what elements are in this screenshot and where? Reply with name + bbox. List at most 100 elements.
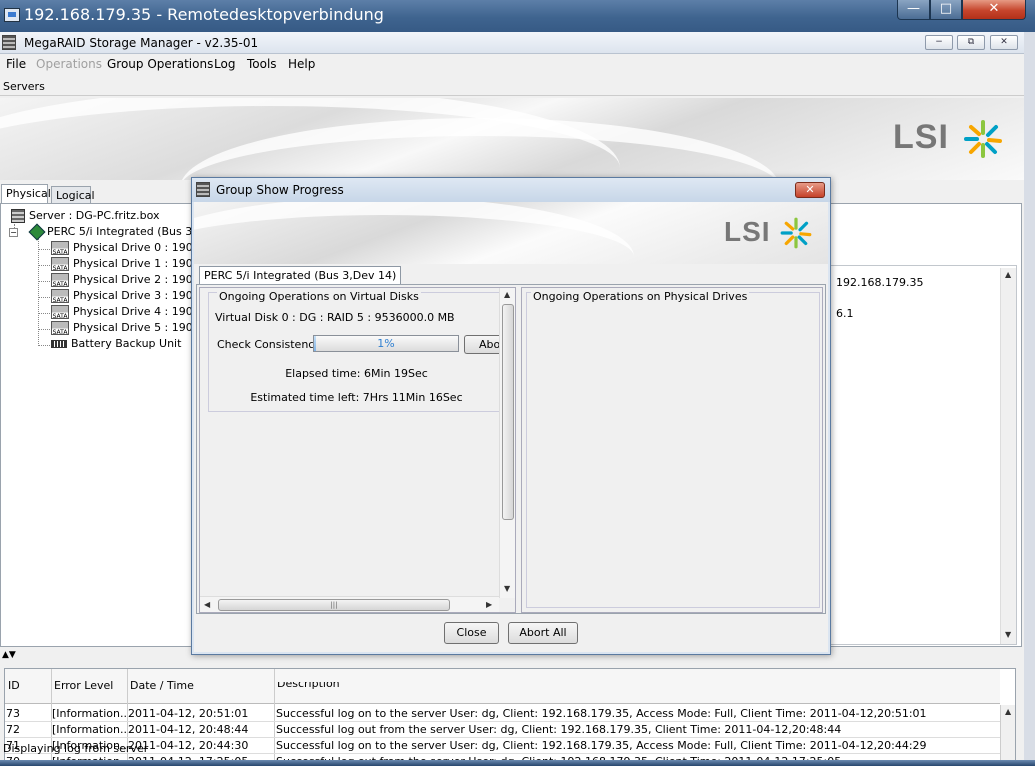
log-row[interactable]: 73 [Information... 2011-04-12, 20:51:01 … [5,706,1000,722]
progress-bar: 1% [313,335,459,352]
controller-icon [28,223,46,241]
tree-server-label: Server : DG-PC.fritz.box [29,209,160,222]
rdp-window-title: 192.168.179.35 - Remotedesktopverbindung [24,5,384,24]
group-show-progress-dialog: Group Show Progress ✕ LSI PERC 5/i Integ… [191,177,831,655]
menu-group-operations[interactable]: Group Operations [107,57,213,71]
close-button[interactable]: Close [444,622,499,644]
elapsed-time: Elapsed time: 6Min 19Sec [285,367,428,380]
lsi-star-icon [780,217,812,249]
tree-drive-5[interactable]: SATA Physical Drive 5 : 190772 [51,321,214,337]
dialog-content: Ongoing Operations on Virtual Disks Virt… [196,284,826,614]
log-description: Successful log on to the server User: dg… [276,707,927,720]
log-id: 73 [6,707,20,720]
scroll-up-icon[interactable]: ▲ [504,290,510,299]
virtual-disks-group: Ongoing Operations on Virtual Disks Virt… [208,290,504,412]
menu-log[interactable]: Log [214,57,235,71]
tree-drive-3[interactable]: SATA Physical Drive 3 : 190772 [51,289,214,305]
tab-controller[interactable]: PERC 5/i Integrated (Bus 3,Dev 14) [199,266,402,284]
lsi-banner: LSI [0,98,1024,180]
abort-button[interactable]: Abort [464,335,504,354]
scroll-down-icon[interactable]: ▼ [504,584,510,593]
log-level: [Information... [52,723,126,736]
virtual-disks-vertical-scrollbar[interactable]: ▲ ▼ [499,288,515,598]
dialog-title: Group Show Progress [216,183,344,197]
log-table: ID Error Level Date / Time Description 7… [4,668,1016,766]
sata-drive-icon: SATA [51,241,69,256]
log-col-error-level[interactable]: Error Level [54,679,113,692]
log-id: 72 [6,723,20,736]
tree-controller-label: PERC 5/i Integrated (Bus 3,D [47,225,205,238]
menu-tools[interactable]: Tools [247,57,277,71]
tree-server[interactable]: Server : DG-PC.fritz.box [11,209,159,225]
menu-operations[interactable]: Operations [36,57,102,71]
progress-percent: 1% [377,337,395,350]
rdp-minimize-button[interactable]: — [897,0,930,20]
tree-battery-label: Battery Backup Unit [71,337,182,350]
dialog-title-bar: Group Show Progress ✕ [192,178,830,202]
log-scrollbar[interactable]: ▲ ▼ [1000,705,1015,766]
lsi-logo: LSI [893,118,949,156]
tab-physical[interactable]: Physical [1,184,51,204]
splitter-arrows-icon[interactable]: ▲▼ [2,650,16,660]
server-ip-value: 192.168.179.35 [836,276,924,289]
log-date: 2011-04-12, 20:48:44 [128,723,249,736]
app-restore-button[interactable]: ⧉ [957,35,985,50]
rdp-maximize-button[interactable]: □ [930,0,962,20]
scroll-left-icon[interactable]: ◀ [204,600,210,609]
battery-icon [51,340,67,348]
scroll-right-icon[interactable]: ▶ [486,600,492,609]
log-description: Successful log out from the server User:… [276,723,842,736]
rdp-title-bar: 192.168.179.35 - Remotedesktopverbindung… [0,0,1035,32]
physical-drives-panel: Ongoing Operations on Physical Drives [521,287,823,613]
menu-file[interactable]: File [6,57,26,71]
log-col-id[interactable]: ID [8,679,20,692]
tree-drive-1[interactable]: SATA Physical Drive 1 : 190772 [51,257,214,273]
tab-logical[interactable]: Logical [51,186,95,204]
estimated-time-left: Estimated time left: 7Hrs 11Min 16Sec [250,391,463,404]
check-consistency-label: Check Consistency [217,338,321,351]
app-close-button[interactable]: ✕ [990,35,1018,50]
physical-drives-group: Ongoing Operations on Physical Drives [526,290,820,608]
status-text: Displaying log from server [3,742,149,755]
app-title-bar: MegaRAID Storage Manager - v2.35-01 − ⧉ … [0,32,1024,54]
log-row[interactable]: 72 [Information... 2011-04-12, 20:48:44 … [5,722,1000,738]
sata-drive-icon: SATA [51,289,69,304]
log-date: 2011-04-12, 20:51:01 [128,707,249,720]
storage-manager-icon [2,35,16,50]
tree-drive-2[interactable]: SATA Physical Drive 2 : 190772 [51,273,214,289]
servers-label: Servers [3,80,45,93]
abort-all-button[interactable]: Abort All [508,622,578,644]
tree-drive-4[interactable]: SATA Physical Drive 4 : 190772 [51,305,214,321]
taskbar [0,760,1035,766]
log-row[interactable]: 71 [Information... 2011-04-12, 20:44:30 … [5,738,1000,754]
app-minimize-button[interactable]: − [925,35,953,50]
virtual-disks-panel: Ongoing Operations on Virtual Disks Virt… [199,287,516,613]
remote-desktop-icon [4,8,20,22]
log-header: ID Error Level Date / Time Description [5,669,1000,704]
log-level: [Information... [52,707,126,720]
scroll-thumb[interactable] [502,304,514,520]
menu-help[interactable]: Help [288,57,315,71]
dialog-body: LSI PERC 5/i Integrated (Bus 3,Dev 14) O… [194,202,828,652]
virtual-disk-name: Virtual Disk 0 : DG : RAID 5 : 9536000.0… [215,311,455,324]
virtual-disks-horizontal-scrollbar[interactable]: ◀ ||| ▶ [200,596,499,612]
lsi-logo: LSI [724,216,771,247]
tree-drive-0[interactable]: SATA Physical Drive 0 : 190772 [51,241,214,257]
tree-battery[interactable]: Battery Backup Unit [51,337,181,353]
dialog-lsi-banner: LSI [194,202,828,264]
version-value: 6.1 [836,307,854,320]
log-col-date-time[interactable]: Date / Time [130,679,194,692]
scroll-thumb[interactable]: ||| [218,599,450,611]
virtual-disks-legend: Ongoing Operations on Virtual Disks [217,290,421,303]
storage-manager-icon [196,182,210,197]
lsi-star-icon [964,120,1002,158]
collapse-icon[interactable]: − [9,228,18,237]
rdp-close-button[interactable]: ✕ [962,0,1026,20]
log-col-description[interactable]: Description [277,682,340,691]
properties-panel: 192.168.179.35 6.1 ▲ ▼ [827,265,1017,645]
sata-drive-icon: SATA [51,257,69,272]
sata-drive-icon: SATA [51,321,69,336]
dialog-close-button[interactable]: ✕ [795,182,825,198]
properties-scrollbar[interactable]: ▲ ▼ [1000,268,1016,644]
tree-controller[interactable]: PERC 5/i Integrated (Bus 3,D [28,223,205,241]
